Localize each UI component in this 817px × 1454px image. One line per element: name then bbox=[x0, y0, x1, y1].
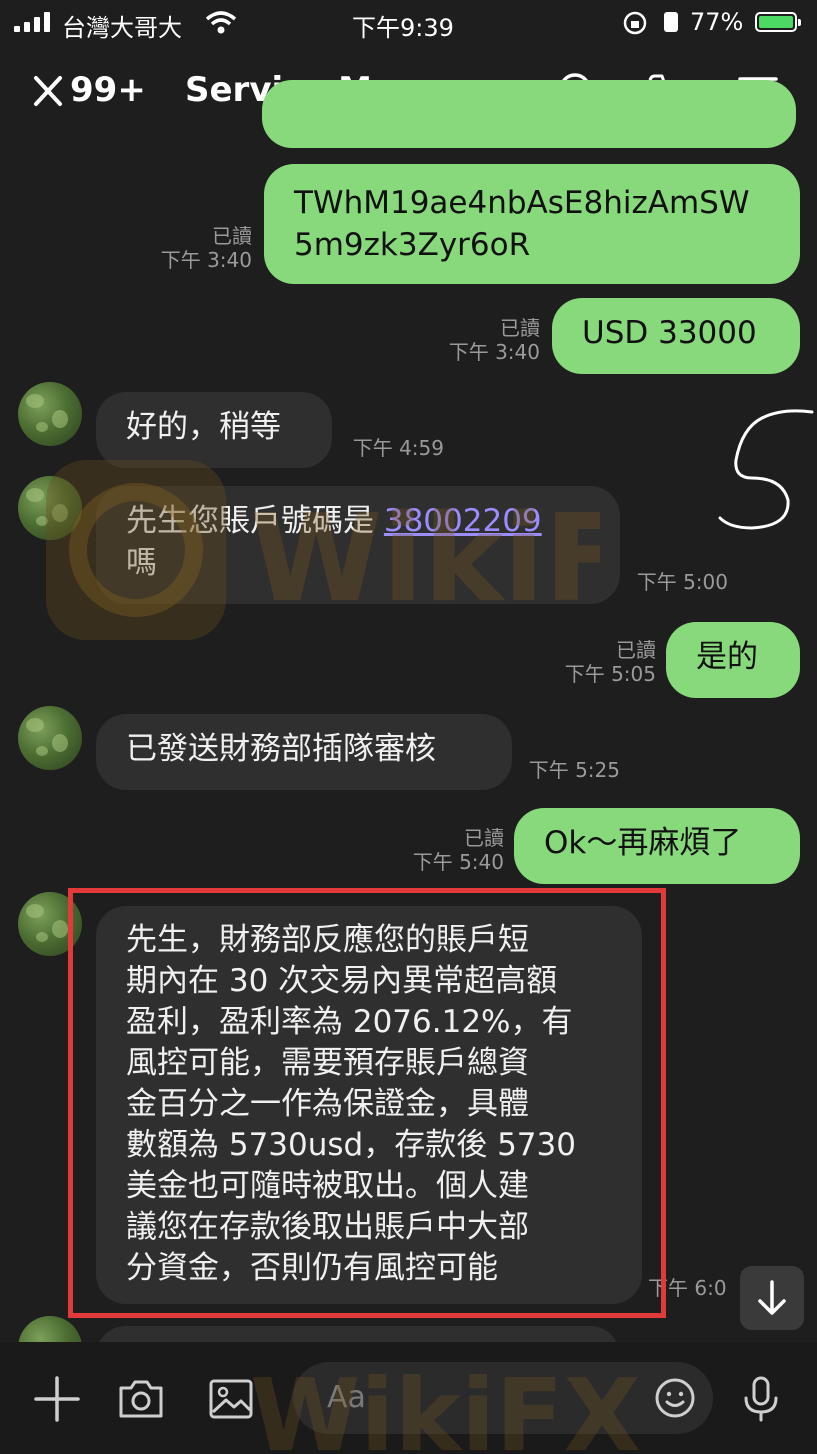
battery-percent: 77% bbox=[690, 8, 744, 36]
message-meta: 已讀 下午 3:40 bbox=[160, 224, 252, 272]
message-bubble[interactable]: 先生您賬戶號碼是 38002209 嗎 bbox=[96, 486, 620, 604]
scroll-to-bottom-button[interactable] bbox=[740, 1266, 804, 1330]
message-bubble[interactable]: 已發送財務部插隊審核 bbox=[96, 714, 512, 790]
message-input-placeholder: Aa bbox=[327, 1380, 366, 1415]
message-meta: 已讀 下午 5:05 bbox=[564, 638, 656, 686]
camera-icon[interactable] bbox=[116, 1374, 166, 1424]
message-bubble-partial[interactable] bbox=[262, 80, 796, 148]
message-bubble[interactable]: Ok～再麻煩了 bbox=[514, 808, 800, 884]
avatar[interactable] bbox=[18, 706, 82, 770]
signal-icon bbox=[14, 10, 50, 32]
alarm-icon bbox=[664, 12, 678, 32]
battery-icon bbox=[755, 12, 801, 32]
emoji-icon[interactable] bbox=[653, 1376, 697, 1420]
message-bubble[interactable]: 是的 bbox=[666, 622, 800, 698]
message-meta: 已讀 下午 3:40 bbox=[448, 316, 540, 364]
message-bubble[interactable]: 好的，稍等 bbox=[96, 392, 332, 468]
orientation-lock-icon bbox=[623, 11, 647, 35]
wifi-icon bbox=[205, 11, 237, 34]
plus-icon[interactable] bbox=[32, 1374, 82, 1424]
account-number-link[interactable]: 38002209 bbox=[384, 503, 542, 539]
message-time: 下午 5:00 bbox=[636, 570, 728, 594]
message-time: 下午 5:25 bbox=[528, 758, 620, 782]
message-bubble[interactable]: USD 33000 bbox=[552, 298, 800, 374]
microphone-icon[interactable] bbox=[736, 1374, 786, 1424]
clock-time: 下午9:39 bbox=[352, 14, 454, 42]
arrow-down-icon bbox=[758, 1280, 786, 1315]
avatar[interactable] bbox=[18, 476, 82, 540]
handwritten-scribble bbox=[718, 409, 814, 530]
message-time: 下午 4:59 bbox=[352, 436, 444, 460]
message-composer-bar: Aa bbox=[0, 1342, 817, 1454]
highlight-annotation-box bbox=[68, 888, 666, 1318]
carrier-name: 台灣大哥大 bbox=[62, 14, 182, 42]
avatar[interactable] bbox=[18, 382, 82, 446]
message-bubble[interactable]: TWhM19ae4nbAsE8hizAmSW 5m9zk3Zyr6oR bbox=[264, 164, 800, 284]
message-input[interactable]: Aa bbox=[293, 1362, 713, 1434]
status-bar: 台灣大哥大 下午9:39 77% bbox=[0, 0, 817, 48]
image-icon[interactable] bbox=[206, 1374, 256, 1424]
message-meta: 已讀 下午 5:40 bbox=[412, 826, 504, 874]
